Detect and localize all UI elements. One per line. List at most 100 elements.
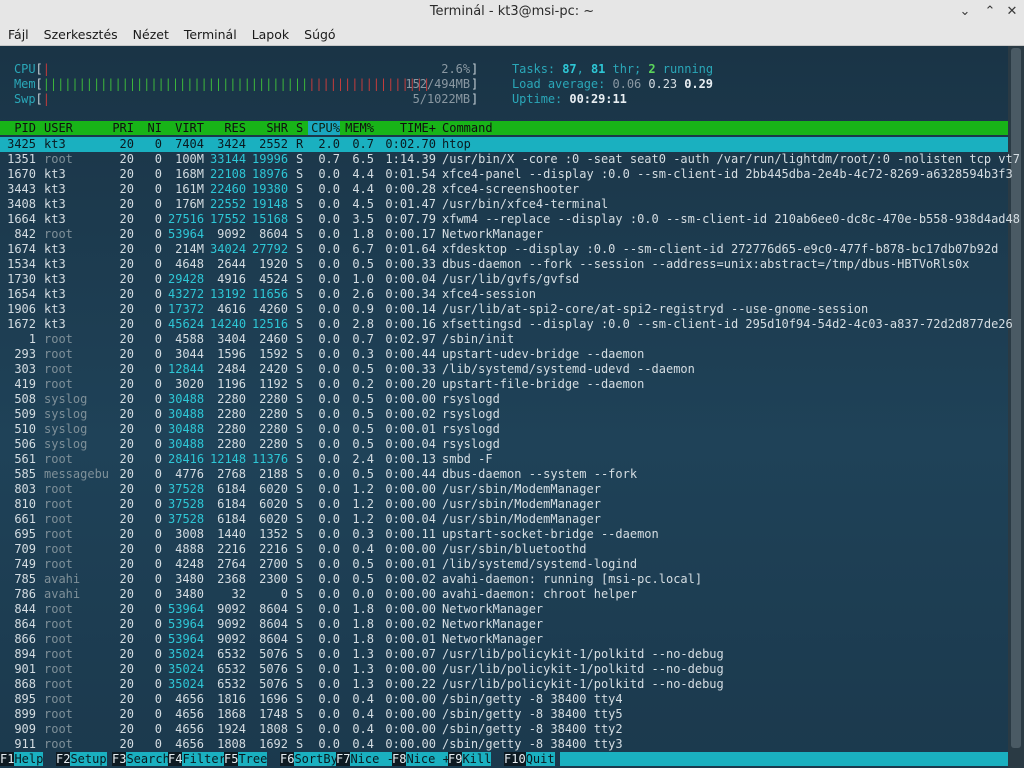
col-time[interactable]: TIME+ (380, 121, 436, 135)
table-row[interactable]: 506 syslog 20 0 30488 2280 2280 S 0.0 0.5 0:00.04 r… (0, 437, 1008, 452)
fkey-setup[interactable]: F2Setup (56, 752, 107, 766)
cell-user: root (44, 527, 73, 541)
close-icon[interactable]: ✕ (1002, 2, 1022, 22)
fkey-search[interactable]: F3Search (112, 752, 170, 766)
col-cpu-sorted[interactable]: CPU% (308, 121, 340, 135)
cell-pri: 20 (119, 242, 134, 256)
table-row[interactable]: 911 root 20 0 4656 1808 1692 S 0.0 0.4 0:00.00/sbi… (0, 737, 1008, 752)
table-row[interactable]: 864 root 20 0 53964 9092 8604 S 0.0 1.8 0:00.02 Net… (0, 617, 1008, 632)
menu-view[interactable]: Nézet (125, 24, 176, 42)
col-state[interactable]: S (296, 121, 303, 135)
table-row[interactable]: 1674 kt3 20 0 214M 34024 27792 S 0.0 6.7 0:01.64 xf… (0, 242, 1008, 257)
fkey-help[interactable]: F1Help (0, 752, 44, 766)
table-row[interactable]: 1906 kt3 20 0 17372 4616 4260 S 0.0 0.9 0:00.14/us… (0, 302, 1008, 317)
menu-file[interactable]: Fájl (0, 24, 36, 42)
cell-pri: 20 (119, 317, 134, 331)
cell-pid: 868 (14, 677, 36, 691)
menu-help[interactable]: Súgó (296, 24, 342, 42)
window-titlebar[interactable]: Terminál - kt3@msi-pc: ~ ⌄ ⌃ ✕ (0, 0, 1024, 25)
cell-user: kt3 (44, 302, 66, 316)
cell-cmd: /sbin/getty -8 38400 tty3 (442, 737, 623, 751)
cell-cpu: 0.0 (318, 512, 340, 526)
table-row-selected[interactable]: 3425 kt3 20 0 7404 3424 2552 R 2.0 0.7 0:02.70 htop (0, 137, 1008, 152)
table-row[interactable]: 842 root 20 0 53964 9092 8604 S 0.0 1.8 0:00.17 Net… (0, 227, 1008, 242)
col-command[interactable]: Command (442, 121, 493, 135)
table-row[interactable]: 709 root 20 0 4888 2216 2216 S 0.0 0.4 0:00.00/usr… (0, 542, 1008, 557)
table-row[interactable]: 3443 kt3 20 0 161M 22460 19380 S 0.0 4.4 0:00.28 xf… (0, 182, 1008, 197)
table-row[interactable]: 786 avahi 20 0 3480 32 0 S 0.0 0.0 0:00.00 avahi-da… (0, 587, 1008, 602)
col-virt[interactable]: VIRT (168, 121, 204, 135)
fkey-sortby[interactable]: F6SortBy (280, 752, 338, 766)
table-row[interactable]: 1351 root 20 0 100M 33144 19996 S 0.7 6.5 1:14.39 /… (0, 152, 1020, 167)
table-row[interactable]: 868 root 20 0 35024 6532 5076 S 0.0 1.3 0:00.22/us… (0, 677, 1008, 692)
table-row[interactable]: 844 root 20 0 53964 9092 8604 S 0.0 1.8 0:00.00 Net… (0, 602, 1008, 617)
table-row[interactable]: 909 root 20 0 4656 1924 1808 S 0.0 0.4 0:00.00/sbi… (0, 722, 1008, 737)
cell-pid: 909 (14, 722, 36, 736)
table-row[interactable]: 866 root 20 0 53964 9092 8604 S 0.0 1.8 0:00.01 Net… (0, 632, 1008, 647)
cell-s: S (296, 527, 304, 541)
table-row[interactable]: 3408 kt3 20 0 176M 22552 19148 S 0.0 4.5 0:01.47/u… (0, 197, 1008, 212)
fkey-filter[interactable]: F4Filter (168, 752, 226, 766)
table-row[interactable]: 510 syslog 20 0 30488 2280 2280 S 0.0 0.5 0:00.01 r… (0, 422, 1008, 437)
menu-tabs[interactable]: Lapok (244, 24, 296, 42)
table-row[interactable]: 1730 kt3 20 0 29428 4916 4524 S 0.0 1.0 0:00.04/us… (0, 272, 1008, 287)
table-row[interactable]: 585 messagebu 20 0 4776 2768 2188 S 0.0 0.5 0:00.4… (0, 467, 1008, 482)
table-row[interactable]: 895 root 20 0 4656 1816 1696 S 0.0 0.4 0:00.00/sbi… (0, 692, 1008, 707)
cell-user: syslog (44, 392, 88, 406)
cell-virt: 30488 (168, 392, 205, 406)
cell-pri: 20 (119, 152, 134, 166)
cell-user: kt3 (44, 137, 66, 151)
cell-virt: 100M (175, 152, 204, 166)
cell-pid: 695 (14, 527, 36, 541)
table-row[interactable]: 661 root 20 0 37528 6184 6020 S 0.0 1.2 0:00.04/us… (0, 512, 1008, 527)
table-row[interactable]: 749 root 20 0 4248 2764 2700 S 0.0 0.5 0:00.01/lib… (0, 557, 1008, 572)
cell-pid: 661 (14, 512, 36, 526)
menu-terminal[interactable]: Terminál (176, 24, 244, 42)
minimize-icon[interactable]: ⌄ (955, 2, 975, 22)
cell-s: S (296, 467, 304, 481)
maximize-icon[interactable]: ⌃ (980, 2, 1000, 22)
table-row[interactable]: 1 root 20 0 4588 3404 2460 S 0.0 0.7 0:02.97/sbin/… (0, 332, 1008, 347)
table-row[interactable]: 785 avahi 20 0 3480 2368 2300 S 0.0 0.5 0:00.02 ava… (0, 572, 1008, 587)
cell-ni: 0 (154, 587, 162, 601)
col-user[interactable]: USER (44, 121, 73, 135)
cell-pid: 509 (14, 407, 36, 421)
process-table-header[interactable]: PID USER PRI NI VIRT RES SHR S CPU% MEM%… (0, 121, 1008, 135)
table-row[interactable]: 810 root 20 0 37528 6184 6020 S 0.0 1.2 0:00.00/us… (0, 497, 1008, 512)
table-row[interactable]: 303 root 20 0 12844 2484 2420 S 0.0 0.5 0:00.33/li… (0, 362, 1008, 377)
table-row[interactable]: 894 root 20 0 35024 6532 5076 S 0.0 1.3 0:00.07/us… (0, 647, 1008, 662)
table-row[interactable]: 419 root 20 0 3020 1196 1192 S 0.0 0.2 0:00.20 upst… (0, 377, 1008, 392)
cell-time: 0:00.07 (385, 647, 436, 661)
table-row[interactable]: 1654 kt3 20 0 43272 13192 11656 S 0.0 2.6 0:00.34 x… (0, 287, 1008, 302)
fkey-tree[interactable]: F5Tree (224, 752, 268, 766)
col-ni[interactable]: NI (140, 121, 162, 135)
cell-mem: 1.3 (352, 647, 374, 661)
col-mem[interactable]: MEM% (342, 121, 374, 135)
fkey-quit[interactable]: F10Quit (504, 752, 555, 766)
table-row[interactable]: 508 syslog 20 0 30488 2280 2280 S 0.0 0.5 0:00.00 r… (0, 392, 1008, 407)
table-row[interactable]: 899 root 20 0 4656 1868 1748 S 0.0 0.4 0:00.00/sbi… (0, 707, 1008, 722)
table-row[interactable]: 561 root 20 0 28416 12148 11376 S 0.0 2.4 0:00.13 s… (0, 452, 1008, 467)
col-pid[interactable]: PID (0, 121, 36, 135)
col-res[interactable]: RES (210, 121, 246, 135)
col-pri[interactable]: PRI (106, 121, 134, 135)
table-row[interactable]: 293 root 20 0 3044 1596 1592 S 0.0 0.3 0:00.44 upst… (0, 347, 1008, 362)
table-row[interactable]: 803 root 20 0 37528 6184 6020 S 0.0 1.2 0:00.00/us… (0, 482, 1008, 497)
table-row[interactable]: 1670 kt3 20 0 168M 22108 18976 S 0.0 4.4 0:01.54 xf… (0, 167, 1013, 182)
menu-edit[interactable]: Szerkesztés (36, 24, 125, 42)
table-row[interactable]: 1534 kt3 20 0 4648 2644 1920 S 0.0 0.5 0:00.33 dbus… (0, 257, 1008, 272)
cell-pid: 1672 (7, 317, 36, 331)
col-shr[interactable]: SHR (252, 121, 288, 135)
fkey-kill[interactable]: F9Kill (448, 752, 492, 766)
table-row[interactable]: 1664 kt3 20 0 27516 17552 15168 S 0.0 3.5 0:07.79 x… (0, 212, 1020, 227)
fkey-label: Help (14, 752, 44, 766)
table-row[interactable]: 1672 kt3 20 0 45624 14240 12516 S 0.0 2.8 0:00.16 x… (0, 317, 1013, 332)
cell-mem: 0.3 (352, 347, 374, 361)
table-row[interactable]: 901 root 20 0 35024 6532 5076 S 0.0 1.3 0:00.00/us… (0, 662, 1008, 677)
fkey-nice[interactable]: F8Nice + (392, 752, 450, 766)
cell-cpu: 0.0 (318, 722, 340, 736)
table-row[interactable]: 509 syslog 20 0 30488 2280 2280 S 0.0 0.5 0:00.02 r… (0, 407, 1008, 422)
cell-pri: 20 (119, 647, 134, 661)
table-row[interactable]: 695 root 20 0 3008 1440 1352 S 0.0 0.3 0:00.11 upst… (0, 527, 1008, 542)
fkey-nice[interactable]: F7Nice - (336, 752, 394, 766)
